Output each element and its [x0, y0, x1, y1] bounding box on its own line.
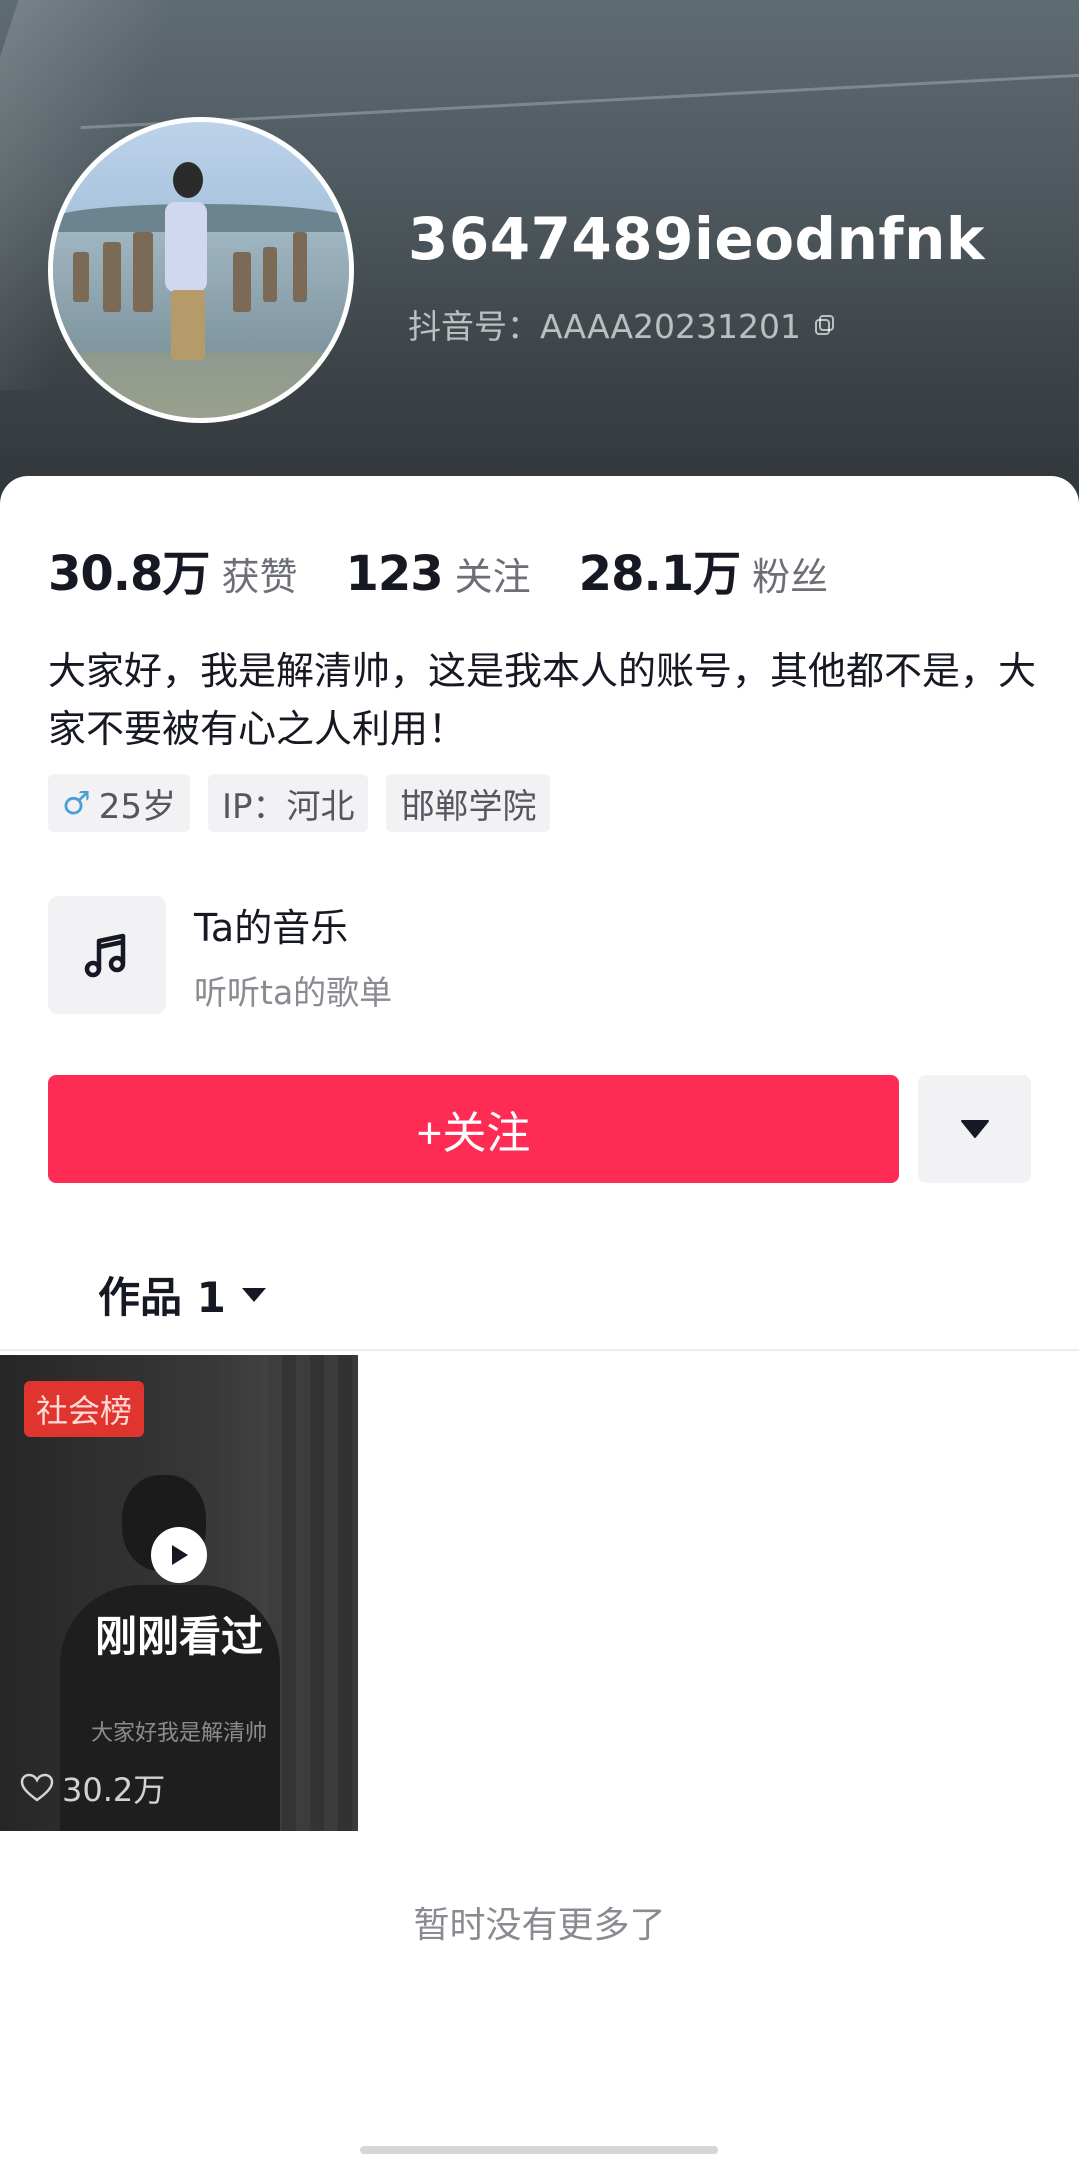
- stat-value: 123: [345, 546, 443, 602]
- stat-value: 30.8万: [48, 546, 210, 602]
- profile-card: 30.8万 获赞 123 关注 28.1万 粉丝 大家好，我是解清帅，这是我本人…: [0, 476, 1079, 2157]
- heart-icon: [20, 1773, 54, 1802]
- stat-following[interactable]: 123 关注: [345, 546, 530, 602]
- profile-header-banner: 3647489ieodnfnk 抖音号：AAAA20231201: [0, 0, 1079, 520]
- tab-works-label: 作品 1: [98, 1273, 226, 1322]
- music-title: Ta的音乐: [194, 905, 349, 950]
- video-likes: 30.2万: [20, 1765, 165, 1811]
- home-indicator: [360, 2146, 718, 2154]
- school-tag[interactable]: 邯郸学院: [386, 774, 551, 832]
- douyin-id[interactable]: 抖音号：AAAA20231201: [408, 300, 835, 348]
- triangle-down-icon: [960, 1120, 989, 1138]
- stat-label: 粉丝: [752, 555, 829, 599]
- age-text: 25岁: [98, 786, 176, 827]
- avatar[interactable]: [48, 117, 354, 423]
- stat-label: 获赞: [221, 555, 298, 599]
- profile-stats: 30.8万 获赞 123 关注 28.1万 粉丝: [48, 534, 876, 604]
- video-caption: 大家好我是解清帅: [90, 1721, 267, 1746]
- music-entry[interactable]: Ta的音乐 听听ta的歌单: [48, 896, 392, 1014]
- music-note-icon: [48, 896, 166, 1014]
- video-thumbnail[interactable]: 社会榜 刚刚看过 大家好我是解清帅 30.2万: [0, 1355, 358, 1831]
- username: 3647489ieodnfnk: [408, 205, 985, 273]
- stat-value: 28.1万: [578, 546, 741, 602]
- no-more-content-text: 暂时没有更多了: [413, 1905, 666, 1946]
- stat-likes[interactable]: 30.8万 获赞: [48, 534, 297, 604]
- profile-bio: 大家好，我是解清帅，这是我本人的账号，其他都不是，大家不要被有心之人利用！: [48, 649, 1037, 751]
- music-subtitle: 听听ta的歌单: [194, 972, 393, 1012]
- caret-down-icon: [241, 1287, 266, 1302]
- recently-watched-label: 刚刚看过: [94, 1612, 263, 1661]
- ranking-badge: 社会榜: [24, 1381, 145, 1437]
- profile-tags: ♂ 25岁 IP：河北 邯郸学院: [48, 774, 551, 832]
- age-tag: ♂ 25岁: [48, 774, 190, 832]
- more-options-button[interactable]: [918, 1075, 1031, 1183]
- stat-label: 关注: [454, 555, 531, 599]
- ip-tag: IP：河北: [207, 774, 369, 832]
- douyin-id-text: 抖音号：AAAA20231201: [408, 307, 802, 346]
- copy-icon[interactable]: [813, 313, 835, 335]
- follow-button[interactable]: +关注: [48, 1075, 899, 1183]
- tab-works[interactable]: 作品 1: [98, 1264, 268, 1325]
- likes-count: 30.2万: [62, 1771, 166, 1809]
- tab-divider: [0, 1349, 1079, 1351]
- play-icon: [151, 1527, 207, 1583]
- stat-followers[interactable]: 28.1万 粉丝: [579, 534, 828, 604]
- male-icon: ♂: [62, 784, 91, 822]
